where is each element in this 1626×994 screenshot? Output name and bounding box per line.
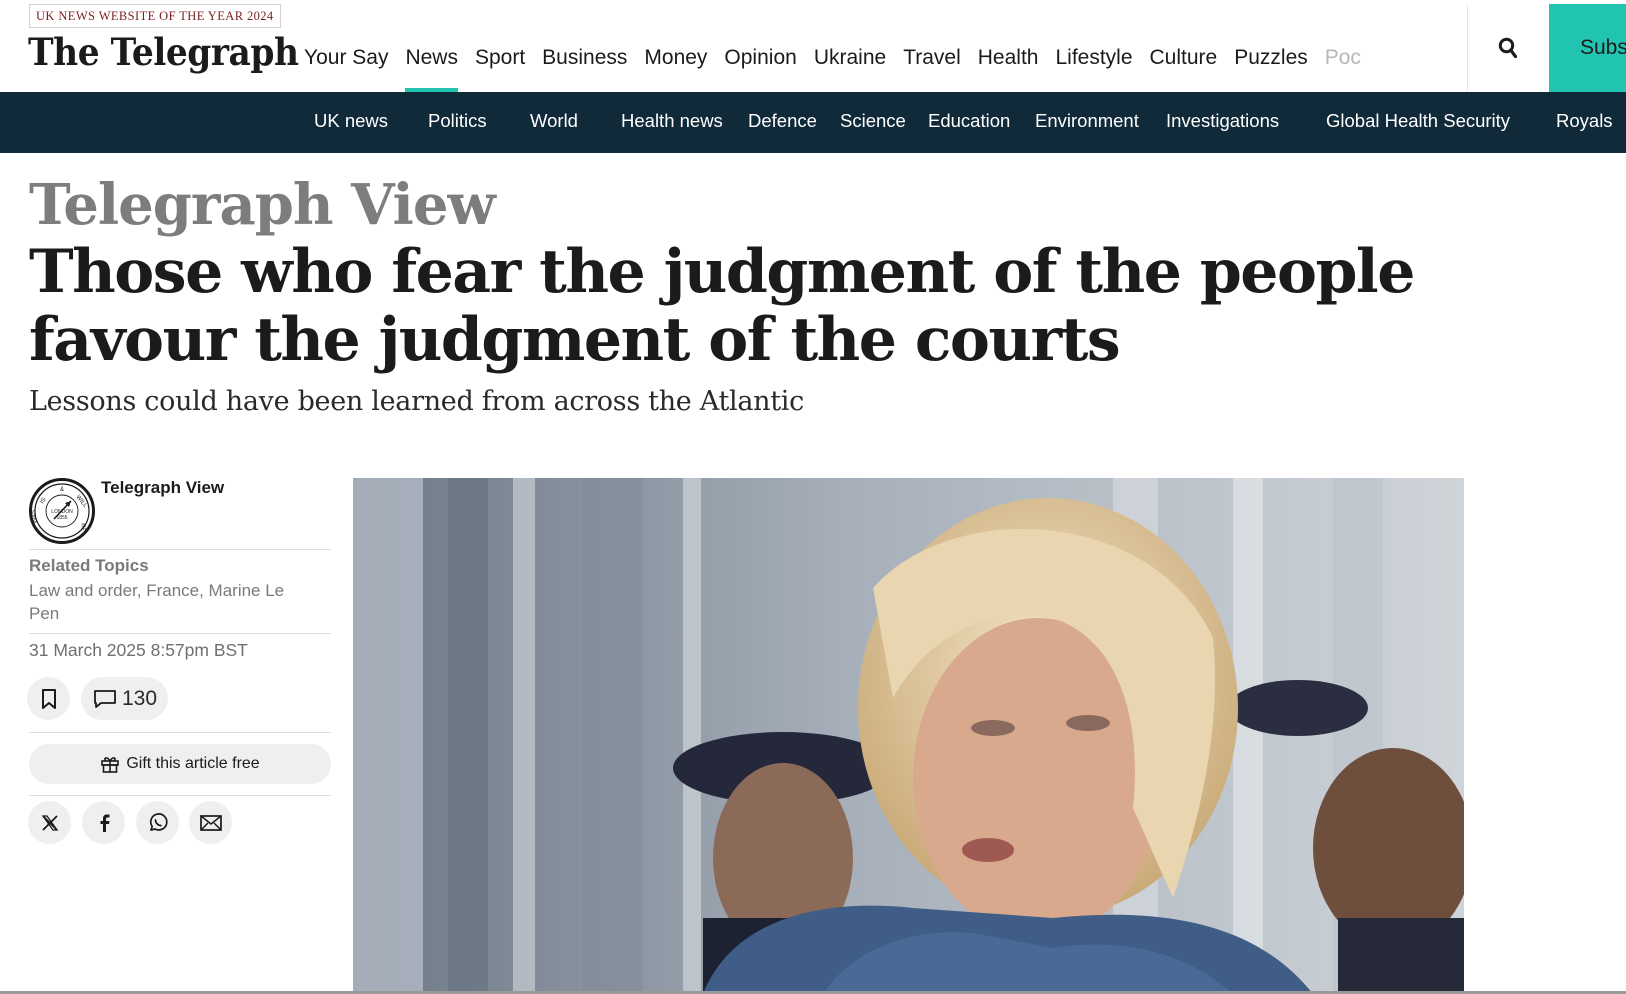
- nav-item-travel[interactable]: Travel: [903, 36, 961, 92]
- author-avatar[interactable]: LONDON 1855 & IS WILL WAS BE: [29, 478, 95, 544]
- subscribe-button[interactable]: Subs: [1549, 4, 1626, 92]
- bookmark-icon: [41, 688, 56, 709]
- whatsapp-icon: [149, 812, 168, 831]
- svg-text:1855: 1855: [56, 515, 67, 521]
- telegraph-seal-icon: LONDON 1855 & IS WILL WAS BE: [31, 483, 90, 539]
- telegraph-logo[interactable]: The Telegraph: [28, 30, 299, 74]
- nav-item-lifestyle[interactable]: Lifestyle: [1055, 36, 1132, 92]
- divider: [29, 732, 331, 733]
- search-button[interactable]: [1468, 4, 1548, 92]
- search-icon: [1498, 37, 1518, 59]
- share-x-button[interactable]: [28, 801, 71, 844]
- x-icon: [41, 814, 58, 831]
- gift-article-button[interactable]: Gift this article free: [29, 744, 331, 784]
- svg-text:&: &: [60, 487, 64, 493]
- comment-icon: [94, 689, 116, 708]
- award-badge: UK NEWS WEBSITE OF THE YEAR 2024: [29, 4, 281, 28]
- share-whatsapp-button[interactable]: [136, 801, 179, 844]
- subnav-item-world[interactable]: World: [530, 92, 578, 153]
- article-headline: Those who fear the judgment of the peopl…: [29, 237, 1415, 375]
- hero-photo-illustration: [353, 478, 1464, 994]
- share-facebook-button[interactable]: [82, 801, 125, 844]
- share-email-button[interactable]: [189, 801, 232, 844]
- subnav-item-environment[interactable]: Environment: [1035, 92, 1139, 153]
- subnav-item-uk-news[interactable]: UK news: [314, 92, 388, 153]
- nav-item-your-say[interactable]: Your Say: [304, 36, 388, 92]
- nav-item-podcasts[interactable]: Poc: [1325, 36, 1361, 92]
- email-icon: [199, 814, 222, 831]
- subnav-item-royals[interactable]: Royals: [1556, 92, 1613, 153]
- subnav-item-health-news[interactable]: Health news: [621, 92, 723, 153]
- site-header: UK NEWS WEBSITE OF THE YEAR 2024 The Tel…: [0, 0, 1626, 92]
- subnav-item-global-health-security[interactable]: Global Health Security: [1326, 92, 1510, 153]
- facebook-icon: [100, 814, 109, 832]
- divider: [29, 549, 331, 550]
- subnav-item-politics[interactable]: Politics: [428, 92, 487, 153]
- nav-item-puzzles[interactable]: Puzzles: [1234, 36, 1308, 92]
- article-kicker[interactable]: Telegraph View: [29, 172, 496, 238]
- comments-button[interactable]: 130: [81, 677, 169, 720]
- comment-count: 130: [122, 686, 158, 710]
- article-standfirst: Lessons could have been learned from acr…: [29, 386, 804, 417]
- nav-item-health[interactable]: Health: [978, 36, 1039, 92]
- divider: [29, 633, 331, 634]
- nav-item-sport[interactable]: Sport: [475, 36, 525, 92]
- divider: [29, 795, 331, 796]
- svg-text:BE: BE: [79, 523, 86, 532]
- gift-label: Gift this article free: [126, 755, 260, 772]
- gift-icon: [101, 757, 120, 773]
- subnav-item-investigations[interactable]: Investigations: [1166, 92, 1279, 153]
- bookmark-button[interactable]: [27, 677, 70, 720]
- subnav-item-education[interactable]: Education: [928, 92, 1010, 153]
- related-topics-list[interactable]: Law and order, France, Marine Le Pen: [29, 579, 319, 625]
- main-nav: Your Say News Sport Business Money Opinion Ukr…: [304, 36, 1468, 92]
- nav-item-ukraine[interactable]: Ukraine: [814, 36, 886, 92]
- nav-item-opinion[interactable]: Opinion: [724, 36, 796, 92]
- subnav-item-science[interactable]: Science: [840, 92, 906, 153]
- nav-item-business[interactable]: Business: [542, 36, 627, 92]
- author-name[interactable]: Telegraph View: [101, 478, 224, 498]
- nav-item-news[interactable]: News: [405, 36, 458, 92]
- nav-item-culture[interactable]: Culture: [1150, 36, 1218, 92]
- nav-item-money[interactable]: Money: [644, 36, 707, 92]
- section-nav: UK news Politics World Health news Defen…: [0, 92, 1626, 153]
- related-topics-label: Related Topics: [29, 556, 149, 575]
- subnav-item-defence[interactable]: Defence: [748, 92, 817, 153]
- hero-image[interactable]: [353, 478, 1464, 994]
- publish-date: 31 March 2025 8:57pm BST: [29, 640, 248, 660]
